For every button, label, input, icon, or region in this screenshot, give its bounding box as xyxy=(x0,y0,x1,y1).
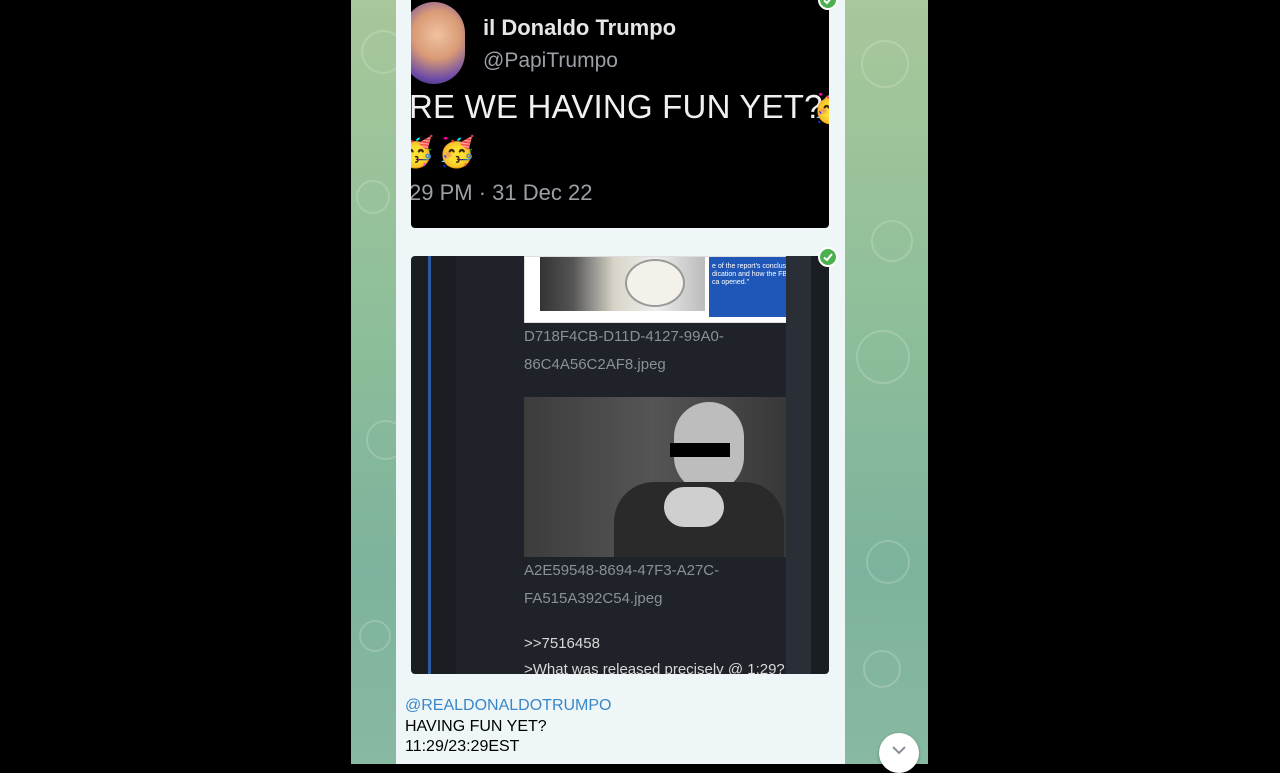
check-circle-icon[interactable] xyxy=(818,247,838,267)
wallpaper-doodle xyxy=(861,40,909,88)
watch-photo xyxy=(540,257,705,311)
party-emoji-icon: 🥳 xyxy=(813,94,829,124)
tweet-author-name: il Donaldo Trumpo xyxy=(483,15,677,40)
file-name-2-line-2: FA515A392C54.jpeg xyxy=(524,590,663,607)
sunglasses-icon xyxy=(670,443,730,457)
wallpaper-doodle xyxy=(863,650,901,688)
scroll-down-button[interactable] xyxy=(879,733,919,773)
wallpaper-doodle xyxy=(856,330,910,384)
avatar xyxy=(411,2,465,84)
reply-reference: >>7516458 xyxy=(524,635,600,652)
party-emoji-row: 🥳🥳 xyxy=(411,136,480,169)
thread-line xyxy=(428,256,431,674)
wallpaper-doodle xyxy=(866,540,910,584)
man-hands xyxy=(664,487,724,527)
forum-screenshot-image[interactable]: e of the report's conclusion dication an… xyxy=(411,256,829,674)
message-line-1: HAVING FUN YET? xyxy=(405,718,547,735)
wallpaper-doodle xyxy=(356,180,390,214)
chat-background: il Donaldo Trumpo @PapiTrumpo RE WE HAVI… xyxy=(351,0,928,764)
reply-quote-text: >What was released precisely @ 1:29? xyxy=(524,661,785,674)
message-bubble[interactable]: il Donaldo Trumpo @PapiTrumpo RE WE HAVI… xyxy=(396,0,845,764)
forum-post-panel: e of the report's conclusion dication an… xyxy=(456,256,808,674)
chevron-down-icon xyxy=(892,746,906,755)
message-line-2: 11:29/23:29EST xyxy=(405,738,520,755)
wallpaper-doodle xyxy=(871,220,913,262)
attached-image-watch: e of the report's conclusion dication an… xyxy=(524,256,808,323)
forum-side-column xyxy=(786,256,811,674)
wallpaper-doodle xyxy=(359,620,391,652)
attached-image-sunglasses-man xyxy=(524,397,808,557)
file-name-2-line-1: A2E59548-8694-47F3-A27C- xyxy=(524,562,720,579)
tweet-text: RE WE HAVING FUN YET?? xyxy=(411,88,829,125)
file-name-1-line-2: 86C4A56C2AF8.jpeg xyxy=(524,356,666,373)
tweet-author-handle: @PapiTrumpo xyxy=(483,49,618,72)
tweet-timestamp: 29 PM · 31 Dec 22 xyxy=(411,180,593,205)
tweet-screenshot-image[interactable]: il Donaldo Trumpo @PapiTrumpo RE WE HAVI… xyxy=(411,0,829,228)
mention-link[interactable]: @REALDONALDOTRUMPO xyxy=(405,697,612,715)
file-name-1-line-1: D718F4CB-D11D-4127-99A0- xyxy=(524,328,724,345)
